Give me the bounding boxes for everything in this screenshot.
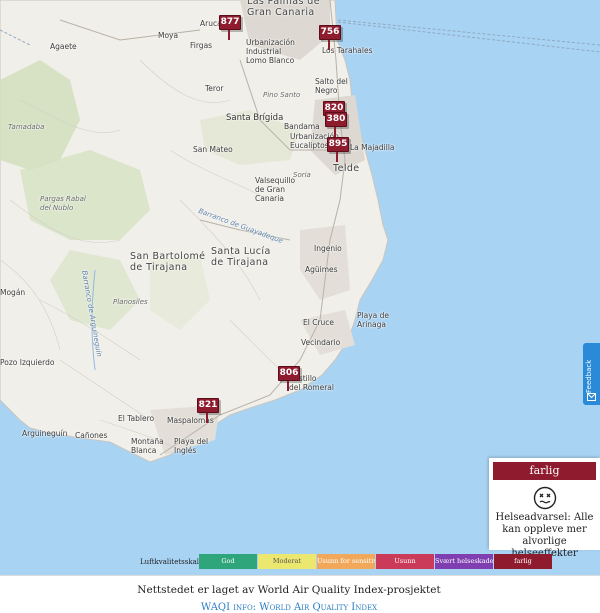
place-label: Pozo Izquierdo [0, 358, 55, 367]
scale-level: God [199, 554, 257, 569]
aqi-value: 756 [319, 25, 341, 40]
scale-level: Moderat [258, 554, 316, 569]
scale-level: farlig [494, 554, 552, 569]
place-label: San Bartolomé de Tirajana [130, 251, 206, 273]
place-label: Telde [333, 163, 360, 174]
place-label: Moya [158, 31, 179, 40]
place-label: Firgas [190, 41, 213, 50]
place-label: El Cruce [303, 318, 335, 327]
scale-level: Usunn [376, 554, 434, 569]
feedback-label: Feedback [585, 359, 593, 393]
page-footer: Nettstedet er laget av World Air Quality… [0, 575, 600, 613]
place-label: Valsequillo de Gran Canaria [255, 176, 296, 203]
aqi-value: 380 [325, 112, 347, 127]
place-label: Teror [205, 84, 224, 93]
place-label: Playa del Inglés [174, 437, 209, 455]
aqi-station-marker[interactable]: 895 [327, 137, 349, 162]
place-label: La Majadilla [350, 143, 395, 152]
marker-pin [336, 152, 338, 162]
place-label: San Mateo [193, 145, 233, 154]
place-label: El Tablero [118, 414, 155, 423]
marker-pin [228, 30, 230, 40]
health-warning-text: Helseadvarsel: Alle kan oppleve mer alvo… [495, 512, 594, 559]
aqi-station-marker[interactable]: 877 [219, 15, 241, 40]
place-label: Cañones [75, 431, 108, 440]
aqi-level-label: farlig [493, 462, 596, 480]
feedback-tab[interactable]: Feedback [583, 343, 600, 405]
place-label: Montaña Blanca [131, 437, 164, 455]
place-label: Soria [293, 171, 311, 179]
place-label: Vecindario [301, 338, 341, 347]
place-label: Salto del Negro [315, 77, 348, 95]
scale-level: Svært helseskadelig [435, 554, 493, 569]
place-label: Playa de Arinaga [357, 311, 389, 329]
footer-credit: Nettstedet er laget av World Air Quality… [137, 584, 441, 596]
place-label: Planosiles [113, 298, 148, 306]
place-label: Mogán [0, 288, 26, 297]
marker-pin [328, 40, 330, 50]
place-label: Ingenio [314, 244, 342, 253]
marker-pin [334, 127, 336, 137]
marker-pin [287, 381, 289, 391]
aqi-value: 806 [278, 366, 300, 381]
aqi-station-marker[interactable]: 821 [197, 398, 219, 423]
place-label: Las Palmas de Gran Canaria [247, 0, 320, 18]
aqi-value: 895 [327, 137, 349, 152]
place-label: Pargas Rabal del Nublo [40, 195, 86, 212]
place-label: Arguineguín [22, 429, 68, 438]
place-label: Agüimes [305, 265, 338, 274]
aqi-station-marker[interactable]: 756 [319, 25, 341, 50]
map-view[interactable]: Las Palmas de Gran Canaria Arucas Moya F… [0, 0, 600, 575]
place-label: Pino Santo [263, 91, 301, 99]
aqi-scale-bar: Luftkvalitetsskala God Moderat Usunn for… [140, 554, 552, 569]
place-label: Tamadaba [8, 123, 45, 131]
place-label: Urbanización Industrial Lomo Blanco [246, 38, 295, 65]
waqi-link[interactable]: WAQI info: World Air Quality Index [0, 602, 578, 613]
aqi-value: 877 [219, 15, 241, 30]
place-label: Bandama [284, 122, 320, 131]
place-label: Agaete [50, 42, 77, 51]
aqi-level-panel: farlig Helseadvarsel: Alle kan oppleve m… [489, 458, 600, 559]
hazardous-face-icon [533, 486, 556, 510]
place-label: Santa Brígida [226, 113, 284, 123]
aqi-value: 821 [197, 398, 219, 413]
place-label: Santa Lucía de Tirajana [211, 246, 271, 268]
aqi-station-marker[interactable]: 380 [325, 112, 347, 137]
marker-pin [206, 413, 208, 423]
aqi-station-marker[interactable]: 806 [278, 366, 300, 391]
feedback-icon [587, 393, 596, 401]
scale-title: Luftkvalitetsskala [140, 557, 204, 566]
scale-level: Usunn for sensitive grupper [317, 554, 375, 569]
